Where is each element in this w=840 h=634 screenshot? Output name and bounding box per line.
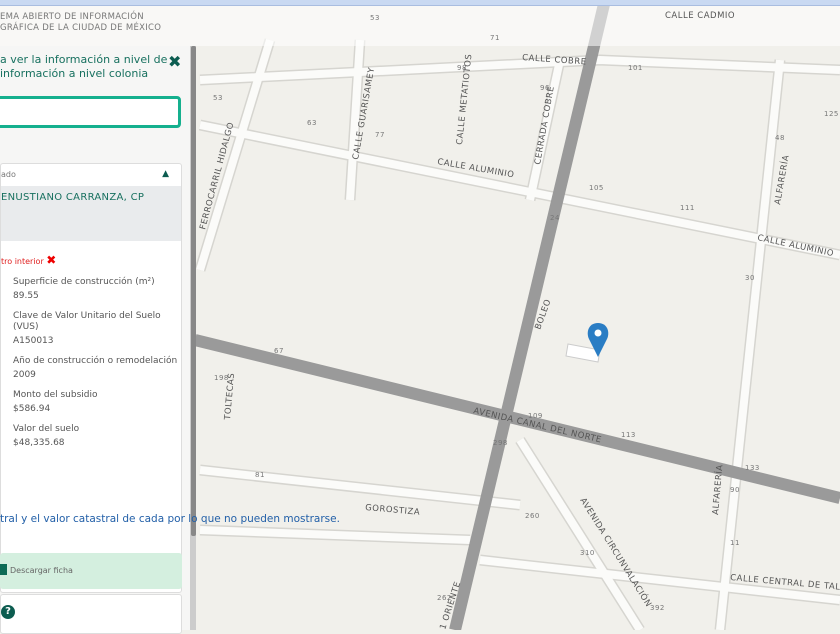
- svg-text:81: 81: [255, 471, 265, 479]
- svg-text:310: 310: [580, 549, 595, 557]
- field-label: Clave de Valor Unitario del Suelo (VUS): [13, 311, 161, 332]
- svg-text:53: 53: [213, 94, 223, 102]
- street-label: CALLE CADMIO: [665, 11, 735, 21]
- field-label: Superficie de construcción (m²): [13, 277, 155, 287]
- field-label: Monto del subsidio: [13, 390, 98, 400]
- svg-text:392: 392: [650, 604, 665, 612]
- field-value: $586.94: [13, 404, 51, 414]
- hint-text: a ver la información a nivel de informac…: [0, 53, 168, 80]
- svg-text:105: 105: [589, 184, 604, 192]
- svg-text:30: 30: [745, 274, 755, 282]
- svg-text:90: 90: [730, 486, 740, 494]
- help-icon[interactable]: ?: [1, 605, 15, 619]
- svg-text:298: 298: [493, 439, 508, 447]
- subtitle: tro interior ✖: [1, 253, 57, 267]
- result-value[interactable]: ENUSTIANO CARRANZA, CP: [1, 186, 181, 241]
- brand-title: EMA ABIERTO DE INFORMACIÓN GRÁFICA DE LA …: [0, 12, 162, 33]
- street-label: CALLE ALUMINIO: [756, 233, 834, 259]
- field-value: $48,335.68: [13, 438, 65, 448]
- svg-text:53: 53: [370, 14, 380, 22]
- svg-text:198: 198: [214, 374, 229, 382]
- svg-text:109: 109: [528, 412, 543, 420]
- caret-up-icon[interactable]: ▲: [162, 169, 169, 179]
- help-card: ?: [0, 594, 182, 634]
- svg-text:260: 260: [525, 512, 540, 520]
- svg-text:71: 71: [490, 34, 500, 42]
- close-icon[interactable]: ✖: [168, 52, 181, 71]
- download-button[interactable]: Descargar ficha: [0, 553, 182, 589]
- svg-text:111: 111: [680, 204, 695, 212]
- close-red-icon[interactable]: ✖: [46, 253, 56, 267]
- street-label: GOROSTIZA: [365, 503, 421, 518]
- svg-text:24: 24: [550, 214, 560, 222]
- field-label: Valor del suelo: [13, 424, 80, 434]
- field-value: 2009: [13, 370, 36, 380]
- field-value: 89.55: [13, 291, 39, 301]
- scrollbar-thumb[interactable]: [191, 46, 196, 536]
- svg-text:101: 101: [628, 64, 643, 72]
- svg-text:98: 98: [457, 64, 467, 72]
- svg-text:96: 96: [540, 84, 550, 92]
- download-file-icon: [0, 564, 7, 575]
- search-input[interactable]: [0, 96, 181, 128]
- info-note: tral y el valor catastral de cada por lo…: [0, 513, 340, 525]
- result-card: ado ▲ ENUSTIANO CARRANZA, CP tro interior…: [0, 163, 182, 593]
- svg-text:77: 77: [375, 131, 385, 139]
- svg-text:125: 125: [824, 110, 839, 118]
- svg-text:11: 11: [730, 539, 740, 547]
- header-band: [196, 6, 840, 46]
- result-header[interactable]: ado ▲: [1, 164, 181, 186]
- field-label: Año de construcción o remodelación: [13, 356, 178, 366]
- result-header-label: ado: [1, 170, 16, 179]
- svg-text:262: 262: [437, 594, 452, 602]
- svg-text:48: 48: [775, 134, 785, 142]
- browser-top-bar: [0, 0, 840, 6]
- svg-text:63: 63: [307, 119, 317, 127]
- svg-text:133: 133: [745, 464, 760, 472]
- svg-text:67: 67: [274, 347, 284, 355]
- field-value: A150013: [13, 336, 54, 346]
- street-label: CERRADA COBRE: [533, 85, 557, 165]
- svg-text:113: 113: [621, 431, 636, 439]
- download-label: Descargar ficha: [10, 566, 73, 575]
